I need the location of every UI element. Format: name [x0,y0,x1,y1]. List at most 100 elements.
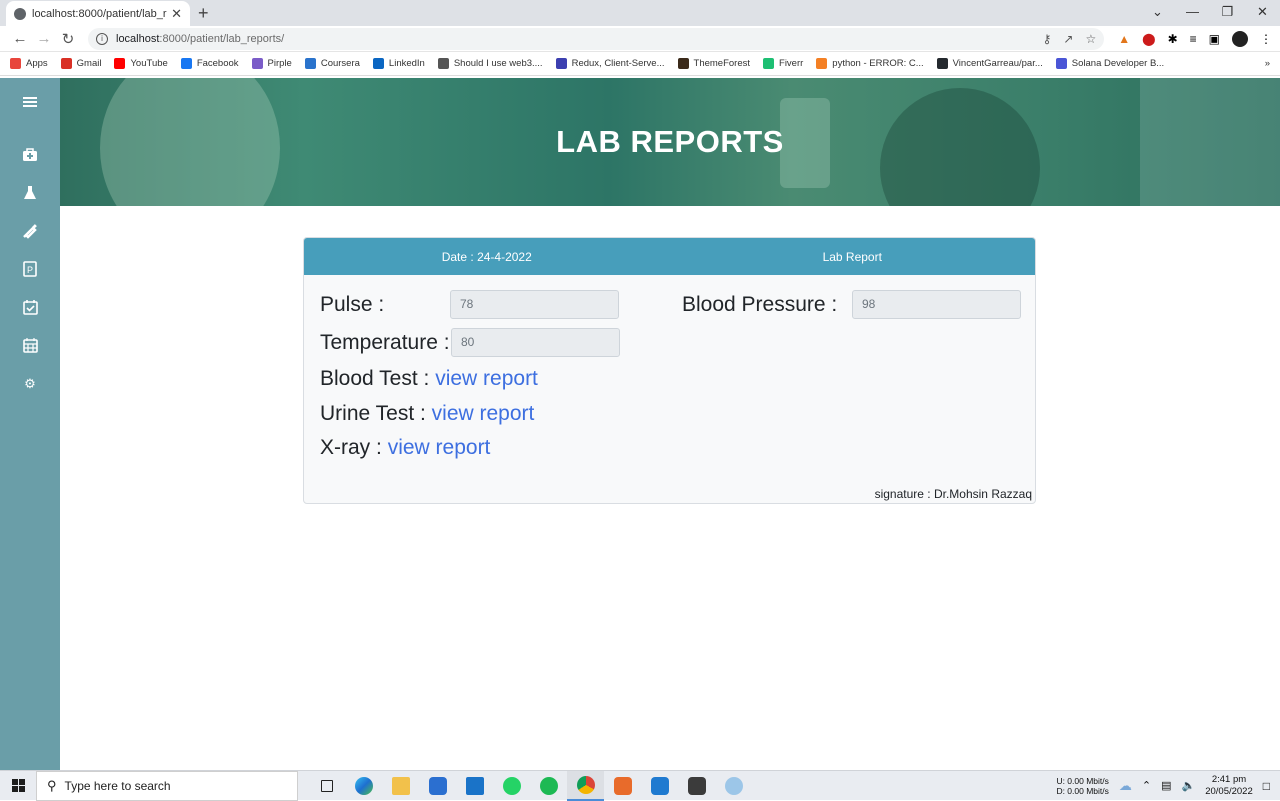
menu-icon[interactable] [20,92,40,112]
key-icon[interactable]: ⚷ [1043,32,1052,46]
powerpoint-icon[interactable] [604,771,641,801]
gear-icon[interactable]: ⚙ [20,374,40,394]
bookmark-label: Solana Developer B... [1071,58,1165,69]
bookmark-item[interactable]: Apps [10,58,48,69]
bookmark-item[interactable]: Coursera [304,58,360,69]
bookmark-item[interactable]: ThemeForest [677,58,751,69]
bookmark-favicon-icon [251,58,263,69]
urine-test-label: Urine Test : [320,402,432,425]
profile-avatar[interactable] [1232,30,1248,47]
paint-icon[interactable] [715,771,752,801]
temperature-label: Temperature : [320,331,450,354]
net-upload: U: 0.00 Mbit/s [1056,775,1109,786]
calendar-check-icon[interactable] [20,297,40,317]
volume-icon[interactable]: 🔈 [1182,779,1196,792]
bookmark-item[interactable]: Redux, Client-Serve... [555,58,665,69]
bookmark-favicon-icon [372,58,384,69]
browser-tab[interactable]: localhost:8000/patient/lab_repor ✕ [6,1,190,26]
taskbar-search-input[interactable]: ⚲ Type here to search [36,770,298,801]
pulse-field[interactable]: 78 [450,290,619,319]
bookmark-favicon-icon [304,58,316,69]
mail-icon[interactable] [456,771,493,801]
site-info-icon[interactable]: i [96,32,108,45]
bookmark-item[interactable]: VincentGarreau/par... [936,58,1043,69]
windows-logo-icon [11,779,25,792]
bookmark-item[interactable]: YouTube [114,58,168,69]
flask-icon[interactable] [20,183,40,203]
back-arrow-icon[interactable]: ← [8,30,32,47]
chevron-up-icon[interactable]: ⌃ [1142,779,1151,792]
globe-icon [14,7,26,20]
bookmark-item[interactable]: Should I use web3.... [437,58,543,69]
bookmark-item[interactable]: Fiverr [763,58,803,69]
more-menu-icon[interactable]: ⋮ [1260,32,1272,46]
first-aid-kit-icon[interactable] [20,145,40,165]
bookmark-label: Should I use web3.... [453,58,543,69]
new-tab-button[interactable]: + [198,3,209,24]
blood-test-view-report-link[interactable]: view report [435,367,538,390]
store-icon[interactable] [419,771,456,801]
chrome-icon[interactable] [567,770,604,801]
opera-icon[interactable]: ⬤ [1142,32,1155,46]
network-icon[interactable]: ▤ [1161,779,1171,792]
bookmark-label: ThemeForest [693,58,751,69]
whatsapp-icon[interactable] [493,771,530,801]
bookmark-label: Fiverr [779,58,804,69]
tab-close-icon[interactable]: ✕ [171,6,182,22]
network-speed: U: 0.00 Mbit/s D: 0.00 Mbit/s [1056,776,1108,796]
page-title: LAB REPORTS [556,124,784,159]
blood-pressure-field[interactable]: 98 [852,290,1021,319]
bookmark-item[interactable]: Solana Developer B... [1055,58,1165,69]
reading-list-icon[interactable]: ≡ [1190,32,1197,46]
bookmark-item[interactable]: Gmail [60,58,102,69]
spotify-icon[interactable] [530,771,567,801]
prescription-icon[interactable]: P [20,259,40,279]
bookmarks-overflow-icon[interactable]: » [1265,58,1270,69]
syringe-icon[interactable] [20,221,40,241]
share-icon[interactable]: ↗ [1063,32,1073,46]
reload-icon[interactable]: ↻ [56,30,80,48]
bookmark-item[interactable]: Facebook [180,58,239,69]
notifications-icon[interactable]: □ [1263,779,1270,793]
bookmark-favicon-icon [114,58,126,69]
edge-icon[interactable] [345,771,382,801]
task-view-icon[interactable] [308,771,345,801]
puzzle-icon[interactable]: ✱ [1168,32,1178,46]
restore-button[interactable]: ❐ [1210,0,1245,26]
side-panel-icon[interactable]: ▣ [1209,32,1220,46]
calendar-icon[interactable] [20,335,40,355]
minimize-button[interactable]: — [1175,0,1210,26]
xray-view-report-link[interactable]: view report [388,436,491,459]
file-explorer-icon[interactable] [382,771,419,801]
browser-toolbar: ← → ↻ i localhost:8000/patient/lab_repor… [0,26,1280,52]
forward-arrow-icon[interactable]: → [32,30,56,47]
bookmark-label: Pirple [267,58,292,69]
windows-start-button[interactable] [0,771,36,801]
star-icon[interactable]: ☆ [1085,32,1096,46]
bookmark-favicon-icon [555,58,567,69]
tab-search-icon[interactable]: ⌄ [1140,0,1175,26]
tab-title: localhost:8000/patient/lab_repor [32,7,167,20]
bookmark-item[interactable]: python - ERROR: C... [816,58,924,69]
bookmark-label: Gmail [76,58,102,69]
close-window-button[interactable]: ✕ [1245,0,1280,26]
sublime-icon[interactable] [678,771,715,801]
bookmark-favicon-icon [677,58,689,69]
report-heading: Lab Report [822,249,882,264]
address-bar[interactable]: i localhost:8000/patient/lab_reports/ ⚷ … [88,27,1105,50]
weather-icon[interactable]: ☁ [1119,778,1132,794]
sidebar: P ⚙ [0,78,60,770]
urine-test-view-report-link[interactable]: view report [432,402,535,425]
search-icon: ⚲ [47,777,57,793]
browser-tab-strip: localhost:8000/patient/lab_repor ✕ + ⌄ —… [0,0,1280,26]
bookmark-favicon-icon [816,58,828,69]
bookmark-item[interactable]: LinkedIn [372,58,425,69]
vscode-icon[interactable] [641,771,678,801]
url-path: :8000/patient/lab_reports/ [159,32,285,45]
temperature-field[interactable]: 80 [451,328,620,357]
metamask-icon[interactable]: ▲ [1118,32,1130,46]
system-tray: U: 0.00 Mbit/s D: 0.00 Mbit/s ☁ ⌃ ▤ 🔈 2:… [1056,774,1280,798]
clock[interactable]: 2:41 pm 20/05/2022 [1205,774,1253,798]
svg-text:P: P [27,265,33,275]
bookmark-item[interactable]: Pirple [251,58,292,69]
